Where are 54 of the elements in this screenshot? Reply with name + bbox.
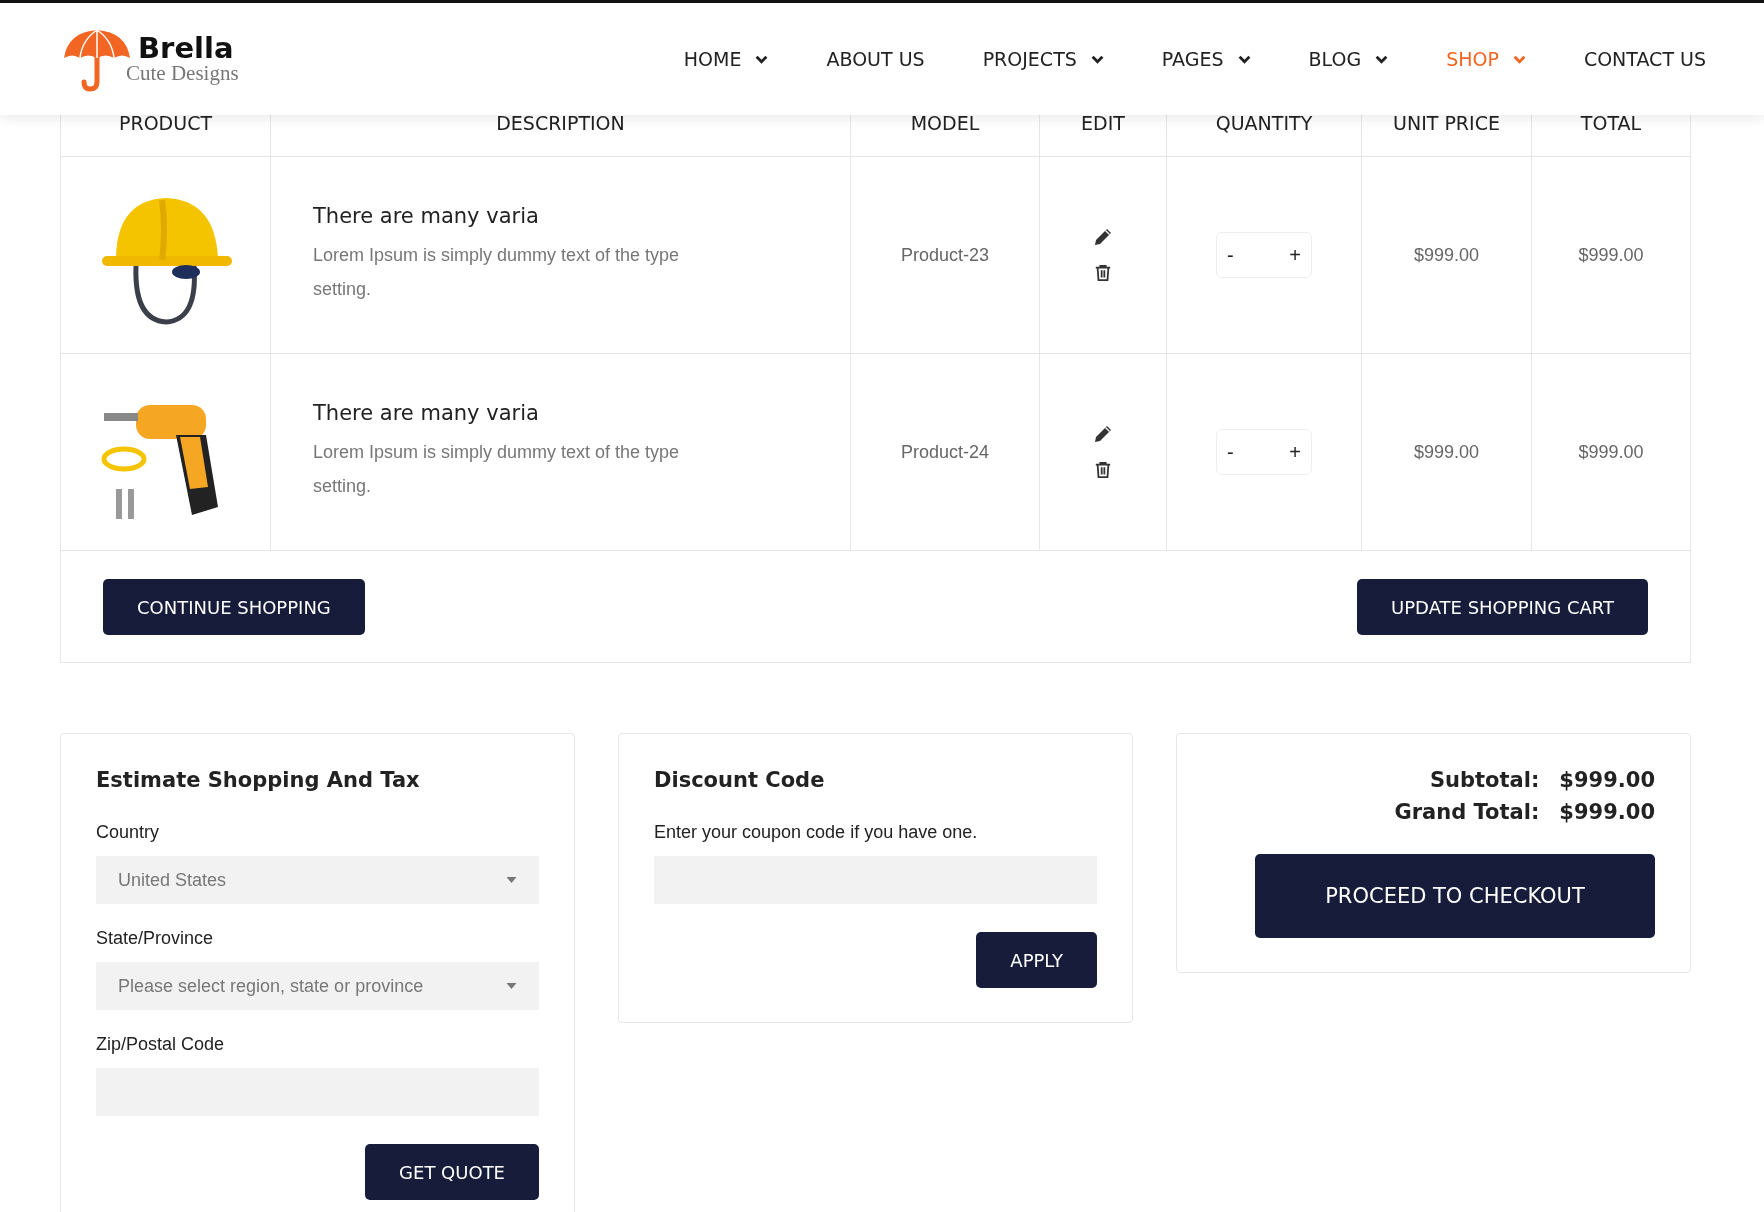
column-header: UNIT PRICE [1393, 112, 1500, 134]
logo-name: Brella [138, 34, 235, 63]
unit-price: $999.00 [1413, 244, 1480, 266]
pencil-icon[interactable] [1093, 227, 1113, 247]
pencil-icon[interactable] [1093, 424, 1113, 444]
nav-link[interactable]: BLOG [1308, 48, 1389, 70]
plus-button[interactable]: + [1289, 243, 1301, 267]
field-label: Zip/Postal Code [96, 1034, 226, 1055]
cart-action-button[interactable]: CONTINUE SHOPPING [103, 579, 365, 635]
nav-link[interactable]: PROJECTS [982, 48, 1104, 70]
column-header: QUANTITY [1215, 112, 1313, 134]
column-header: PRODUCT [119, 112, 212, 134]
select-field[interactable]: Please select region, state or province [96, 962, 539, 1010]
quantity-stepper[interactable]: - + [1216, 429, 1312, 475]
product-title: There are many varia [313, 204, 539, 228]
field-label: Country [96, 822, 161, 843]
trash-icon[interactable] [1094, 263, 1112, 283]
total-value: $999.00 [1559, 800, 1655, 824]
column-header: DESCRIPTION [496, 112, 625, 134]
coupon-hint: Enter your coupon code if you have one. [654, 822, 979, 843]
caret-icon [506, 983, 517, 989]
select-field[interactable]: United States [96, 856, 539, 904]
total-value: $999.00 [1559, 768, 1655, 792]
product-description: Lorem Ipsum is simply dummy text of the type setting. [313, 441, 681, 498]
checkout-button[interactable]: PROCEED TO CHECKOUT [1255, 854, 1655, 938]
unit-price: $999.00 [1413, 441, 1480, 463]
get-quote-button[interactable]: GET QUOTE [365, 1144, 539, 1200]
column-header: EDIT [1081, 112, 1125, 134]
total-label: Grand Total: [1394, 800, 1540, 824]
apply-button[interactable]: APPLY [976, 932, 1097, 988]
card-title: Estimate Shopping And Tax [96, 768, 421, 792]
trash-icon[interactable] [1094, 460, 1112, 480]
line-total: $999.00 [1578, 441, 1644, 463]
plus-button[interactable]: + [1289, 440, 1301, 464]
field-label: State/Province [96, 928, 215, 949]
product-title: There are many varia [313, 401, 539, 425]
product-description: Lorem Ipsum is simply dummy text of the type setting. [313, 244, 681, 301]
card-title: Discount Code [654, 768, 826, 792]
nav-link[interactable]: HOME [683, 48, 769, 70]
total-label: Subtotal: [1428, 768, 1540, 792]
line-total: $999.00 [1578, 244, 1644, 266]
nav-link[interactable]: ABOUT US [826, 48, 925, 70]
minus-button[interactable]: - [1227, 243, 1234, 267]
quantity-stepper[interactable]: - + [1216, 232, 1312, 278]
nav-link[interactable]: CONTACT US [1583, 48, 1706, 70]
column-header: MODEL [910, 112, 980, 134]
minus-button[interactable]: - [1227, 440, 1234, 464]
logo-tagline: Cute Designs [126, 63, 239, 84]
caret-icon [506, 877, 517, 883]
nav-link[interactable]: PAGES [1161, 48, 1251, 70]
cart-action-button[interactable]: UPDATE SHOPPING CART [1357, 579, 1648, 635]
column-header: TOTAL [1580, 112, 1642, 134]
model-number: Product-24 [900, 441, 990, 463]
model-number: Product-23 [900, 244, 990, 266]
